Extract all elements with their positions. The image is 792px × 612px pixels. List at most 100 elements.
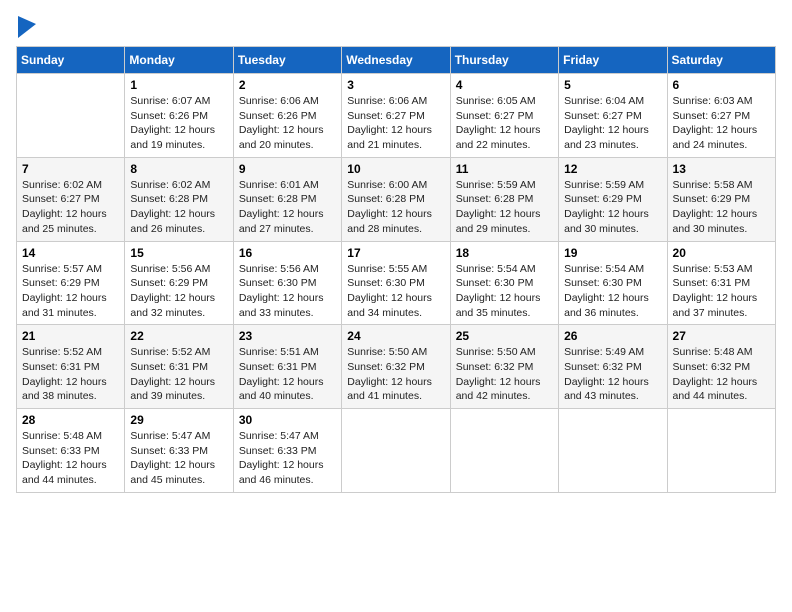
day-info: Sunrise: 5:59 AMSunset: 6:29 PMDaylight:…	[564, 178, 661, 237]
calendar-cell: 7 Sunrise: 6:02 AMSunset: 6:27 PMDaylight…	[17, 157, 125, 241]
calendar-cell: 10 Sunrise: 6:00 AMSunset: 6:28 PMDayligh…	[342, 157, 450, 241]
calendar-cell: 28Sunrise: 5:48 AMSunset: 6:33 PMDayligh…	[17, 409, 125, 493]
day-info: Sunrise: 6:02 AMSunset: 6:28 PMDaylight:…	[130, 178, 227, 237]
calendar-cell: 19 Sunrise: 5:54 AMSunset: 6:30 PMDayligh…	[559, 241, 667, 325]
calendar-cell: 27 Sunrise: 5:48 AMSunset: 6:32 PMDayligh…	[667, 325, 775, 409]
calendar-cell: 26 Sunrise: 5:49 AMSunset: 6:32 PMDayligh…	[559, 325, 667, 409]
day-number: 26	[564, 329, 661, 343]
calendar-cell: 24Sunrise: 5:50 AMSunset: 6:32 PMDayligh…	[342, 325, 450, 409]
day-number: 15	[130, 246, 227, 260]
day-number: 17	[347, 246, 444, 260]
calendar-week-row: 21Sunrise: 5:52 AMSunset: 6:31 PMDayligh…	[17, 325, 776, 409]
day-info: Sunrise: 6:07 AMSunset: 6:26 PMDaylight:…	[130, 94, 227, 153]
calendar-cell: 18 Sunrise: 5:54 AMSunset: 6:30 PMDayligh…	[450, 241, 558, 325]
calendar-week-row: 28Sunrise: 5:48 AMSunset: 6:33 PMDayligh…	[17, 409, 776, 493]
calendar-header-friday: Friday	[559, 47, 667, 74]
calendar-header-tuesday: Tuesday	[233, 47, 341, 74]
calendar-cell: 12 Sunrise: 5:59 AMSunset: 6:29 PMDayligh…	[559, 157, 667, 241]
day-info: Sunrise: 5:51 AMSunset: 6:31 PMDaylight:…	[239, 345, 336, 404]
day-number: 4	[456, 78, 553, 92]
day-info: Sunrise: 5:53 AMSunset: 6:31 PMDaylight:…	[673, 262, 770, 321]
day-info: Sunrise: 5:48 AMSunset: 6:32 PMDaylight:…	[673, 345, 770, 404]
calendar-cell: 9 Sunrise: 6:01 AMSunset: 6:28 PMDaylight…	[233, 157, 341, 241]
day-info: Sunrise: 5:54 AMSunset: 6:30 PMDaylight:…	[564, 262, 661, 321]
calendar-cell: 17Sunrise: 5:55 AMSunset: 6:30 PMDayligh…	[342, 241, 450, 325]
calendar-header-row: SundayMondayTuesdayWednesdayThursdayFrid…	[17, 47, 776, 74]
day-info: Sunrise: 6:04 AMSunset: 6:27 PMDaylight:…	[564, 94, 661, 153]
calendar-cell: 3 Sunrise: 6:06 AMSunset: 6:27 PMDaylight…	[342, 74, 450, 158]
day-number: 19	[564, 246, 661, 260]
day-number: 1	[130, 78, 227, 92]
day-info: Sunrise: 5:47 AMSunset: 6:33 PMDaylight:…	[130, 429, 227, 488]
calendar-cell: 14 Sunrise: 5:57 AMSunset: 6:29 PMDayligh…	[17, 241, 125, 325]
day-info: Sunrise: 5:52 AMSunset: 6:31 PMDaylight:…	[130, 345, 227, 404]
calendar-header-thursday: Thursday	[450, 47, 558, 74]
day-number: 30	[239, 413, 336, 427]
calendar-cell	[559, 409, 667, 493]
day-number: 16	[239, 246, 336, 260]
calendar-cell: 15 Sunrise: 5:56 AMSunset: 6:29 PMDayligh…	[125, 241, 233, 325]
calendar-table: SundayMondayTuesdayWednesdayThursdayFrid…	[16, 46, 776, 493]
day-info: Sunrise: 6:05 AMSunset: 6:27 PMDaylight:…	[456, 94, 553, 153]
day-number: 22	[130, 329, 227, 343]
day-info: Sunrise: 6:06 AMSunset: 6:26 PMDaylight:…	[239, 94, 336, 153]
day-number: 13	[673, 162, 770, 176]
calendar-cell: 30 Sunrise: 5:47 AMSunset: 6:33 PMDayligh…	[233, 409, 341, 493]
day-number: 3	[347, 78, 444, 92]
calendar-cell: 21Sunrise: 5:52 AMSunset: 6:31 PMDayligh…	[17, 325, 125, 409]
calendar-cell: 8 Sunrise: 6:02 AMSunset: 6:28 PMDaylight…	[125, 157, 233, 241]
day-number: 29	[130, 413, 227, 427]
day-info: Sunrise: 5:49 AMSunset: 6:32 PMDaylight:…	[564, 345, 661, 404]
day-info: Sunrise: 6:02 AMSunset: 6:27 PMDaylight:…	[22, 178, 119, 237]
calendar-cell: 20 Sunrise: 5:53 AMSunset: 6:31 PMDayligh…	[667, 241, 775, 325]
day-number: 23	[239, 329, 336, 343]
day-number: 8	[130, 162, 227, 176]
day-info: Sunrise: 5:47 AMSunset: 6:33 PMDaylight:…	[239, 429, 336, 488]
calendar-cell: 2 Sunrise: 6:06 AMSunset: 6:26 PMDaylight…	[233, 74, 341, 158]
page-header	[16, 16, 776, 38]
calendar-cell: 13 Sunrise: 5:58 AMSunset: 6:29 PMDayligh…	[667, 157, 775, 241]
calendar-cell: 11 Sunrise: 5:59 AMSunset: 6:28 PMDayligh…	[450, 157, 558, 241]
day-info: Sunrise: 5:57 AMSunset: 6:29 PMDaylight:…	[22, 262, 119, 321]
day-number: 28	[22, 413, 119, 427]
calendar-cell: 4 Sunrise: 6:05 AMSunset: 6:27 PMDaylight…	[450, 74, 558, 158]
calendar-week-row: 1 Sunrise: 6:07 AMSunset: 6:26 PMDaylight…	[17, 74, 776, 158]
day-number: 11	[456, 162, 553, 176]
day-info: Sunrise: 5:56 AMSunset: 6:29 PMDaylight:…	[130, 262, 227, 321]
calendar-cell: 1 Sunrise: 6:07 AMSunset: 6:26 PMDaylight…	[125, 74, 233, 158]
calendar-cell: 23 Sunrise: 5:51 AMSunset: 6:31 PMDayligh…	[233, 325, 341, 409]
day-info: Sunrise: 6:03 AMSunset: 6:27 PMDaylight:…	[673, 94, 770, 153]
day-number: 2	[239, 78, 336, 92]
day-info: Sunrise: 5:58 AMSunset: 6:29 PMDaylight:…	[673, 178, 770, 237]
calendar-header-saturday: Saturday	[667, 47, 775, 74]
day-number: 14	[22, 246, 119, 260]
calendar-cell: 5 Sunrise: 6:04 AMSunset: 6:27 PMDaylight…	[559, 74, 667, 158]
logo	[16, 16, 36, 38]
calendar-week-row: 7 Sunrise: 6:02 AMSunset: 6:27 PMDaylight…	[17, 157, 776, 241]
day-number: 9	[239, 162, 336, 176]
calendar-cell: 25Sunrise: 5:50 AMSunset: 6:32 PMDayligh…	[450, 325, 558, 409]
calendar-cell	[342, 409, 450, 493]
day-info: Sunrise: 5:50 AMSunset: 6:32 PMDaylight:…	[347, 345, 444, 404]
day-number: 7	[22, 162, 119, 176]
calendar-cell	[450, 409, 558, 493]
day-number: 12	[564, 162, 661, 176]
calendar-cell	[17, 74, 125, 158]
day-info: Sunrise: 6:01 AMSunset: 6:28 PMDaylight:…	[239, 178, 336, 237]
day-info: Sunrise: 5:52 AMSunset: 6:31 PMDaylight:…	[22, 345, 119, 404]
day-number: 18	[456, 246, 553, 260]
calendar-cell: 29 Sunrise: 5:47 AMSunset: 6:33 PMDayligh…	[125, 409, 233, 493]
day-info: Sunrise: 5:59 AMSunset: 6:28 PMDaylight:…	[456, 178, 553, 237]
day-info: Sunrise: 6:06 AMSunset: 6:27 PMDaylight:…	[347, 94, 444, 153]
day-info: Sunrise: 5:50 AMSunset: 6:32 PMDaylight:…	[456, 345, 553, 404]
day-number: 27	[673, 329, 770, 343]
calendar-header-monday: Monday	[125, 47, 233, 74]
day-number: 10	[347, 162, 444, 176]
calendar-cell	[667, 409, 775, 493]
day-info: Sunrise: 5:54 AMSunset: 6:30 PMDaylight:…	[456, 262, 553, 321]
day-number: 5	[564, 78, 661, 92]
calendar-header-wednesday: Wednesday	[342, 47, 450, 74]
day-info: Sunrise: 6:00 AMSunset: 6:28 PMDaylight:…	[347, 178, 444, 237]
day-number: 6	[673, 78, 770, 92]
day-number: 20	[673, 246, 770, 260]
